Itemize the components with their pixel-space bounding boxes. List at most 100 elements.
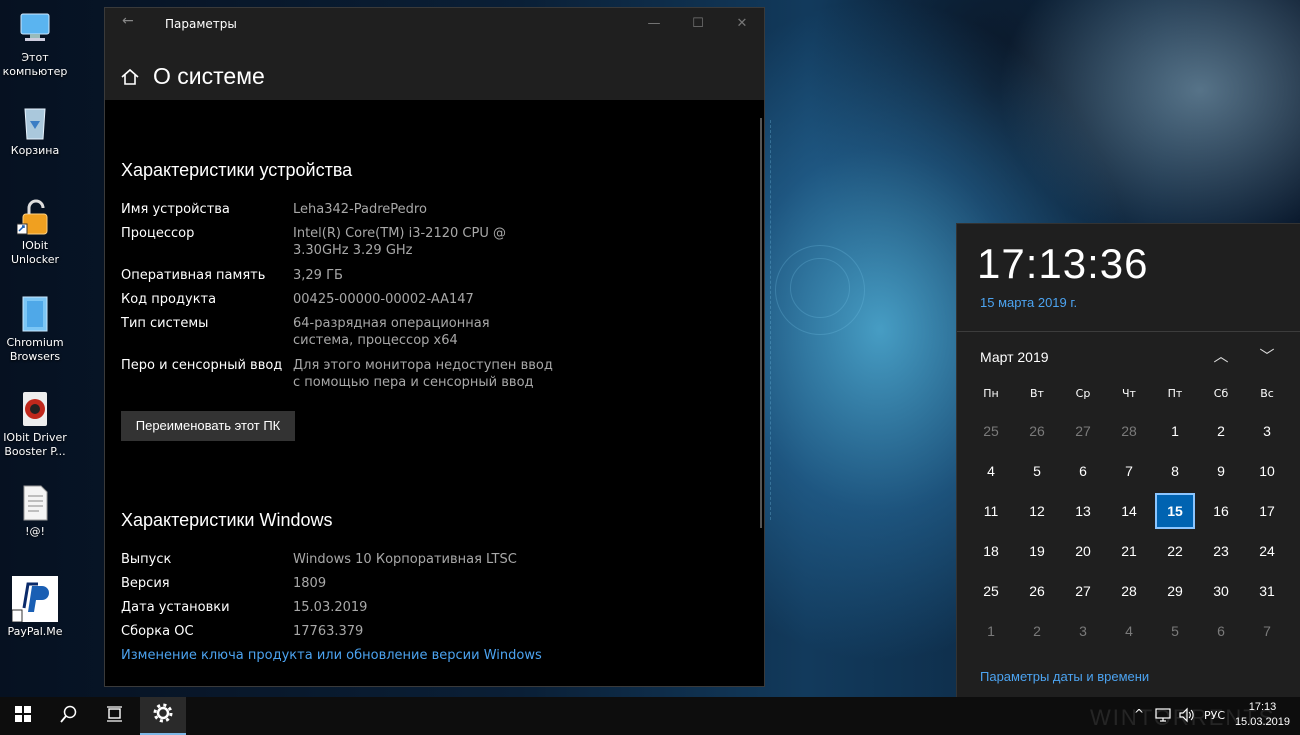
calendar-day[interactable]: 8 [1155,453,1195,489]
calendar-day[interactable]: 28 [1109,573,1149,609]
settings-window: ← Параметры — ☐ ✕ О системе Характеристи… [104,7,765,687]
unlocker-icon [16,198,53,236]
calendar-day[interactable]: 25 [971,573,1011,609]
calendar-day[interactable]: 27 [1063,573,1103,609]
weekday-label: Вс [1260,387,1274,400]
calendar-day[interactable]: 11 [971,493,1011,529]
calendar-day[interactable]: 4 [971,453,1011,489]
spec-value: Windows 10 Корпоративная LTSC [293,552,517,567]
calendar-day[interactable]: 29 [1155,573,1195,609]
calendar-day[interactable]: 14 [1109,493,1149,529]
page-title: О системе [153,63,265,89]
calendar-day[interactable]: 6 [1201,613,1241,649]
spec-value: 00425-00000-00002-AA147 [293,292,474,307]
close-button[interactable]: ✕ [720,8,764,40]
calendar-day[interactable]: 31 [1247,573,1287,609]
calendar-day[interactable]: 26 [1017,413,1057,449]
calendar-day[interactable]: 23 [1201,533,1241,569]
flyout-time: 17:13:36 [977,240,1149,287]
desktop-icon-label: !@! [25,525,45,538]
spec-key: Код продукта [121,292,217,307]
folder-icon [17,295,53,333]
desktop-icon-label: Chromium Browsers [6,336,64,363]
paypal-icon [11,576,58,623]
search-button[interactable] [46,697,92,735]
desktop-icon-iobit-unlocker[interactable]: IObit Unlocker [0,198,70,267]
home-icon[interactable] [120,67,140,87]
desktop-icon-label: IObit Driver Booster P... [3,431,67,458]
calendar-day[interactable]: 25 [971,413,1011,449]
calendar-day[interactable]: 6 [1063,453,1103,489]
desktop-icon-paypal[interactable]: PayPal.Me [0,576,70,639]
calendar-day[interactable]: 3 [1247,413,1287,449]
calendar-day[interactable]: 2 [1017,613,1057,649]
back-arrow-icon[interactable]: ← [122,13,134,29]
taskbar: WINTORRENTS ^ РУС 17:13 15.03.2019 [0,697,1300,735]
calendar-day[interactable]: 21 [1109,533,1149,569]
wallpaper-circuit-line [770,120,850,520]
date-time-settings-link[interactable]: Параметры даты и времени [980,669,1149,684]
calendar-day[interactable]: 7 [1109,453,1149,489]
change-product-key-link[interactable]: Изменение ключа продукта или обновление … [121,648,542,663]
chevron-up-tray-icon[interactable]: ^ [1134,707,1144,721]
calendar-day[interactable]: 1 [971,613,1011,649]
volume-icon[interactable] [1178,707,1194,726]
calendar-day[interactable]: 19 [1017,533,1057,569]
calendar-day[interactable]: 18 [971,533,1011,569]
spec-value: Intel(R) Core(TM) i3-2120 CPU @ 3.30GHz … [293,226,506,258]
input-language-indicator[interactable]: РУС [1204,709,1225,722]
spec-value: Для этого монитора недоступен ввод с пом… [293,358,553,390]
calendar-day[interactable]: 10 [1247,453,1287,489]
calendar-day[interactable]: 3 [1063,613,1103,649]
spec-value: 64-разрядная операционная система, проце… [293,316,490,348]
spec-key: Процессор [121,226,195,241]
rename-pc-button[interactable]: Переименовать этот ПК [121,411,295,441]
chevron-down-icon[interactable]: ﹀ [1252,344,1282,368]
calendar-day[interactable]: 26 [1017,573,1057,609]
calendar-day[interactable]: 5 [1155,613,1195,649]
calendar-day[interactable]: 5 [1017,453,1057,489]
task-view-button[interactable] [92,697,138,735]
desktop-icon-recycle-bin[interactable]: Корзина [0,103,70,158]
calendar-day[interactable]: 16 [1201,493,1241,529]
weekday-label: Вт [1030,387,1044,400]
calendar-day[interactable]: 24 [1247,533,1287,569]
calendar-day[interactable]: 1 [1155,413,1195,449]
minimize-button[interactable]: — [632,8,676,40]
clock-calendar-flyout: 17:13:36 15 марта 2019 г. Март 2019 ︿ ﹀ … [956,223,1300,697]
calendar-day[interactable]: 13 [1063,493,1103,529]
chevron-up-icon[interactable]: ︿ [1206,344,1236,368]
taskbar-time: 17:13 [1248,701,1277,713]
desktop-icon-text-file[interactable]: !@! [0,484,70,539]
calendar-day[interactable]: 7 [1247,613,1287,649]
taskbar-settings-app[interactable] [140,697,186,735]
flyout-divider [957,331,1300,332]
spec-value: 17763.379 [293,624,364,639]
calendar-day[interactable]: 17 [1247,493,1287,529]
calendar-day-today[interactable]: 15 [1155,493,1195,529]
scrollbar[interactable] [760,118,762,528]
window-titlebar[interactable]: ← Параметры — ☐ ✕ [105,8,764,40]
maximize-button[interactable]: ☐ [676,8,720,40]
computer-icon [17,10,53,48]
desktop-icon-driver-booster[interactable]: IObit Driver Booster P... [0,390,70,459]
calendar-day[interactable]: 12 [1017,493,1057,529]
taskbar-clock[interactable]: 17:13 15.03.2019 [1235,700,1290,730]
calendar-day[interactable]: 20 [1063,533,1103,569]
calendar-day[interactable]: 9 [1201,453,1241,489]
desktop-icon-this-pc[interactable]: Этот компьютер [0,10,70,79]
spec-key: Тип системы [121,316,209,331]
flyout-date-link[interactable]: 15 марта 2019 г. [980,295,1077,310]
calendar-day[interactable]: 2 [1201,413,1241,449]
spec-value: Leha342-PadrePedro [293,202,427,217]
desktop-icon-chromium-browsers[interactable]: Chromium Browsers [0,295,70,364]
calendar-day[interactable]: 27 [1063,413,1103,449]
network-icon[interactable] [1155,708,1171,725]
calendar-day[interactable]: 22 [1155,533,1195,569]
weekday-label: Ср [1075,387,1091,400]
start-button[interactable] [0,697,46,735]
calendar-month-label[interactable]: Март 2019 [980,349,1049,365]
calendar-day[interactable]: 28 [1109,413,1149,449]
calendar-day[interactable]: 30 [1201,573,1241,609]
calendar-day[interactable]: 4 [1109,613,1149,649]
